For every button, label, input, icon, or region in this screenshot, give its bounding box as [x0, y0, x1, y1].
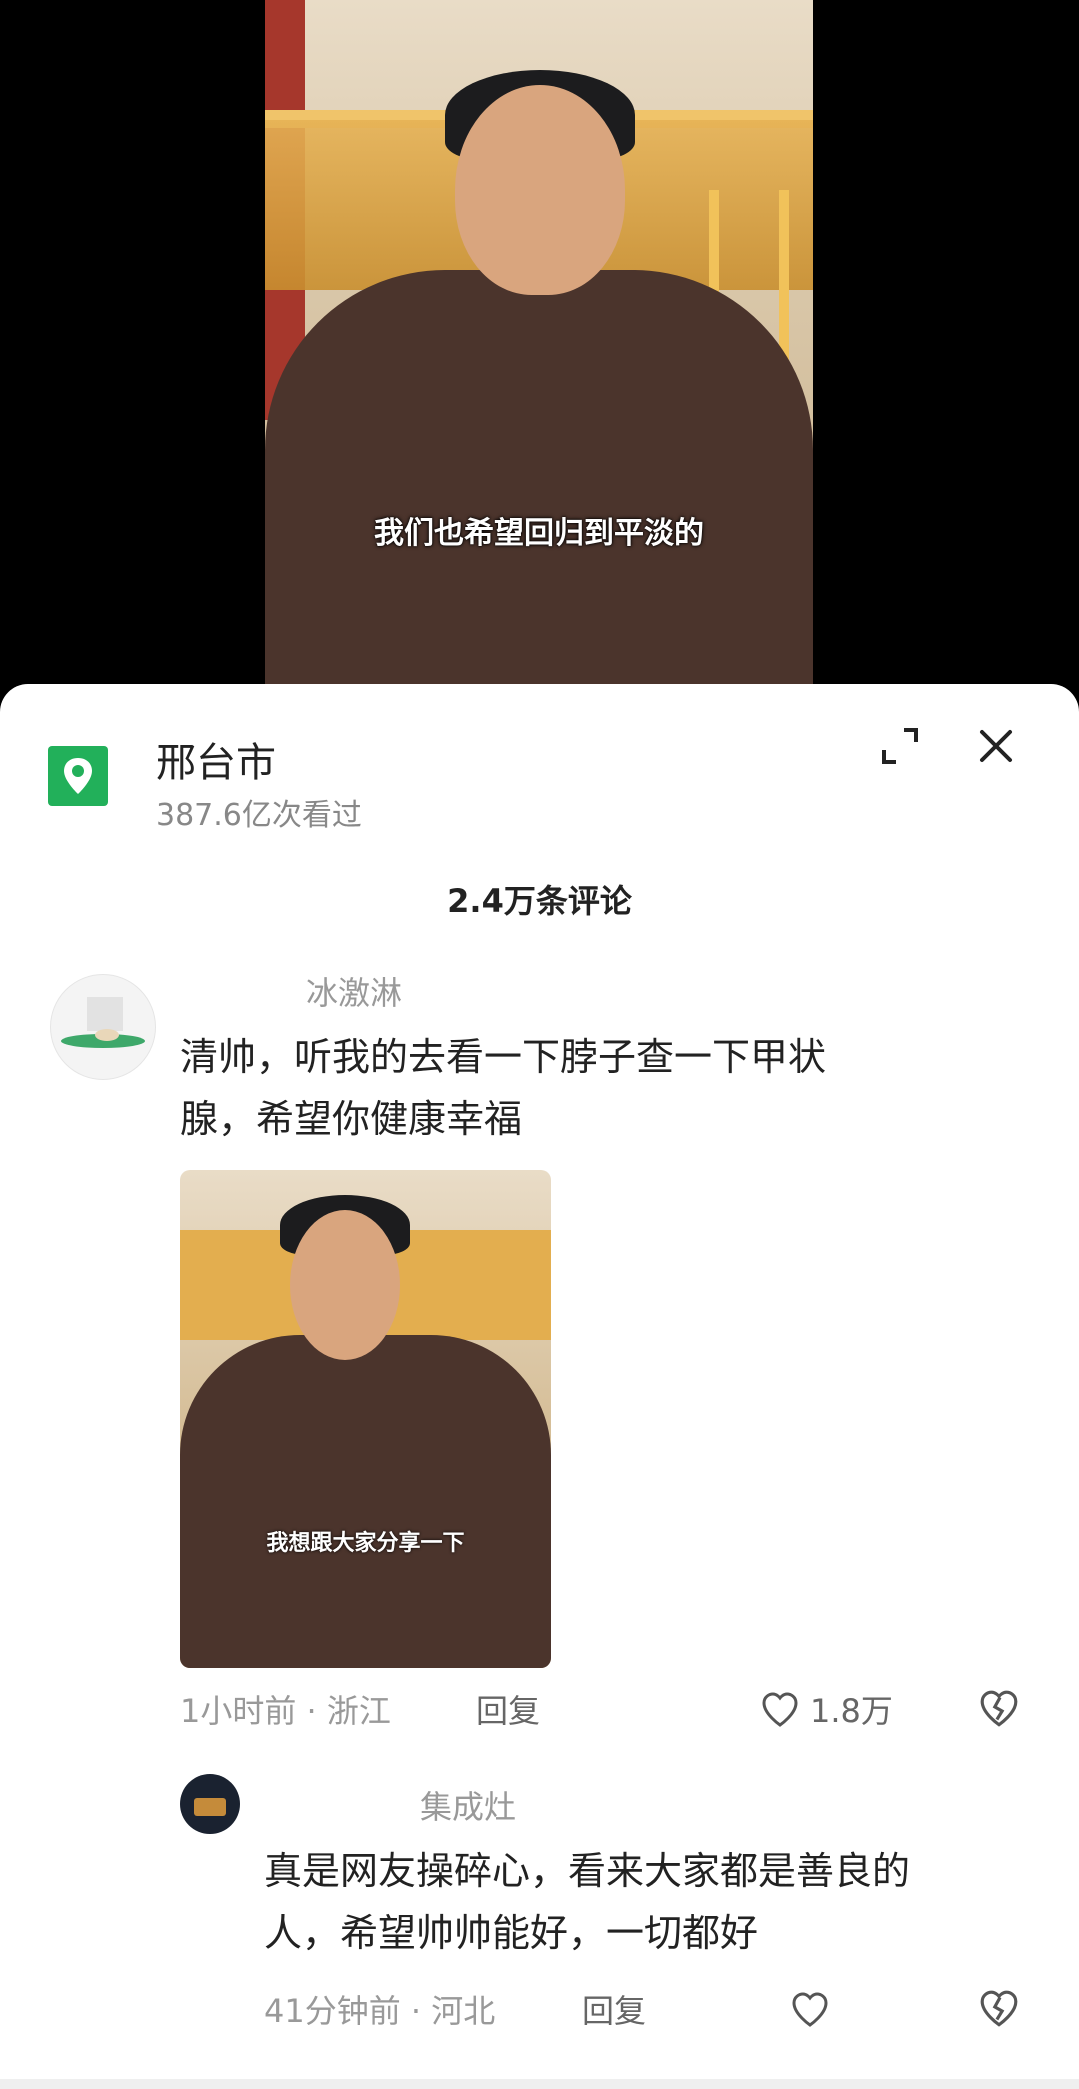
comment-text: 腺，希望你健康幸福 [180, 1097, 523, 1141]
comments-sheet: 邢台市 387.6亿次看过 2.4万条评论 冰激淋 清帅，听我的去看一下脖子查一… [0, 684, 1079, 2089]
comment-text: 清帅，听我的去看一下脖子查一下甲状 [180, 1035, 827, 1079]
person-body [180, 1335, 551, 1668]
comment-username[interactable]: 冰激淋 [306, 968, 402, 1014]
like-heart-icon[interactable] [760, 1690, 800, 1730]
reply-button[interactable]: 回复 [476, 1686, 540, 1732]
comment-text: 真是网友操碎心，看来大家都是善良的 [264, 1849, 911, 1893]
comment-image[interactable]: 我想跟大家分享一下 [180, 1170, 551, 1668]
location-pin-icon[interactable] [48, 746, 108, 806]
person-body [265, 270, 813, 700]
reply-button[interactable]: 回复 [582, 1986, 646, 2032]
video-player[interactable]: 我们也希望回归到平淡的 [0, 0, 1079, 700]
dislike-broken-heart-icon[interactable] [978, 1688, 1020, 1730]
person-head [455, 85, 625, 295]
avatar[interactable] [180, 1774, 240, 1834]
person-head [290, 1210, 400, 1360]
like-heart-icon[interactable] [790, 1990, 830, 2030]
comment-username[interactable]: 集成灶 [420, 1782, 516, 1828]
like-count: 1.8万 [810, 1692, 893, 1730]
avatar[interactable] [50, 974, 156, 1080]
image-subtitle: 我想跟大家分享一下 [266, 1530, 465, 1556]
comment-time-location: 41分钟前 · 河北 [264, 1992, 496, 2030]
bottom-divider [0, 2079, 1079, 2089]
expand-icon[interactable] [878, 724, 922, 768]
video-frame: 我们也希望回归到平淡的 [265, 0, 813, 700]
comment-count: 2.4万条评论 [447, 882, 632, 920]
comment-time-location: 1小时前 · 浙江 [180, 1692, 391, 1730]
close-icon[interactable] [974, 724, 1018, 768]
dislike-broken-heart-icon[interactable] [978, 1988, 1020, 2030]
view-count: 387.6亿次看过 [156, 798, 362, 833]
comment-text: 人，希望帅帅能好，一切都好 [264, 1911, 759, 1955]
video-subtitle: 我们也希望回归到平淡的 [374, 516, 704, 551]
location-title[interactable]: 邢台市 [156, 730, 276, 788]
